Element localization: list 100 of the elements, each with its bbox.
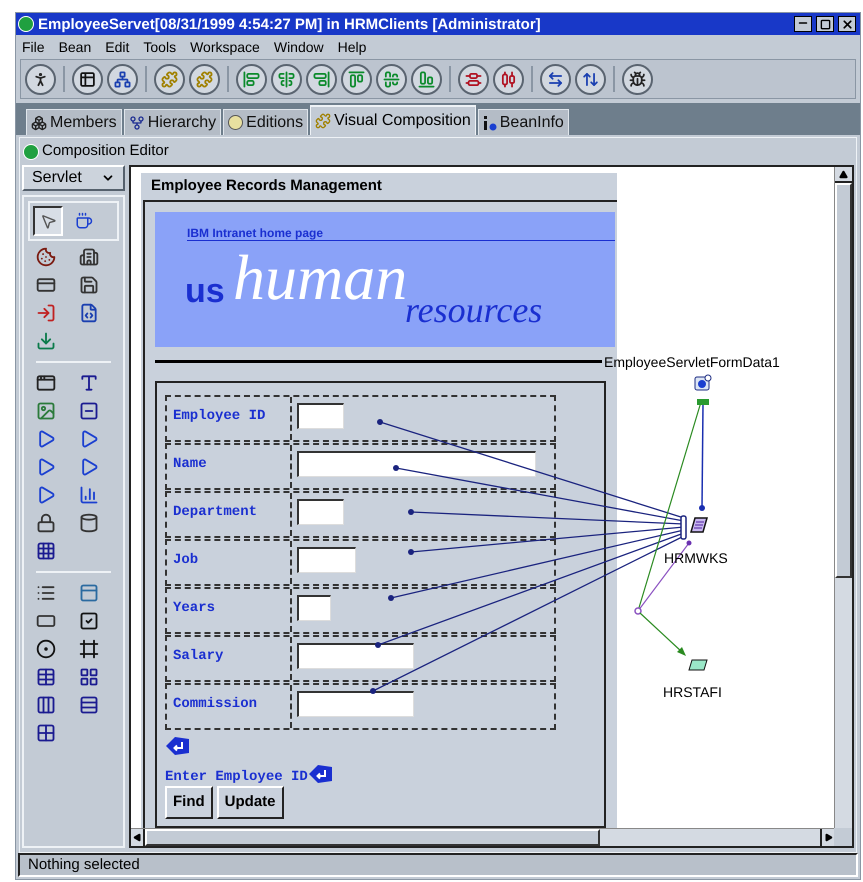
text-field[interactable] [297, 643, 414, 669]
align-right-icon [313, 70, 330, 88]
minimize-button[interactable] [794, 16, 812, 32]
chart-icon[interactable] [78, 485, 98, 505]
prompt-text: Enter Employee ID [165, 770, 308, 784]
bug-icon [629, 70, 646, 88]
pointer-icon [40, 212, 56, 230]
toolbar-button[interactable] [72, 64, 103, 94]
toolbar-button[interactable] [540, 64, 571, 94]
menu-item[interactable]: Edit [105, 36, 130, 58]
rows-icon[interactable] [78, 695, 98, 715]
cup-icon [75, 212, 93, 230]
bean-label: EmployeeServletFormData1 [604, 353, 780, 372]
checkbox-icon[interactable] [78, 611, 98, 631]
form-button[interactable]: Find [165, 786, 213, 819]
field-label: Employee ID [173, 408, 266, 424]
puzzle-icon [196, 70, 213, 88]
tree-icon [114, 70, 131, 88]
text-field[interactable] [297, 691, 414, 717]
grid-icon[interactable] [36, 723, 56, 743]
field-label: Years [173, 600, 216, 616]
editor-title: Composition Editor [42, 141, 169, 162]
radio-icon[interactable] [36, 639, 56, 659]
align-center-icon [278, 70, 295, 88]
window-icon[interactable] [36, 373, 56, 393]
bean-icon[interactable] [694, 374, 712, 392]
tab[interactable]: Members [26, 109, 122, 135]
minus-box-icon[interactable] [78, 401, 98, 421]
cookie-icon[interactable] [36, 247, 56, 267]
table-icon [79, 70, 96, 88]
grid-icon[interactable] [36, 541, 56, 561]
banner-headline: human [233, 246, 408, 310]
vertical-scrollbar[interactable] [834, 167, 852, 828]
field-label: Department [173, 504, 258, 520]
scroll-thumb[interactable] [145, 829, 600, 846]
field-label: Job [173, 552, 198, 568]
form-title: Employee Records Management [151, 176, 382, 196]
tab[interactable]: Hierarchy [124, 109, 222, 135]
menu-item[interactable]: Bean [58, 36, 92, 58]
align-middle-icon [383, 70, 400, 88]
maximize-icon [820, 18, 830, 30]
match-width-icon [547, 70, 564, 88]
info-icon [482, 114, 497, 130]
hierarchy-icon [128, 114, 145, 130]
panel-icon[interactable] [78, 583, 98, 603]
text-field[interactable] [297, 499, 344, 525]
distribute-horizontal-icon [500, 70, 517, 88]
menu-item[interactable]: File [22, 36, 45, 58]
tab[interactable]: Editions [223, 109, 308, 135]
banner-subline: resources [405, 292, 542, 328]
pointer-tool[interactable] [33, 206, 63, 236]
text-field[interactable] [297, 403, 344, 429]
puzzle-icon [161, 70, 178, 88]
text-icon[interactable] [78, 373, 98, 393]
status-text: Nothing selected [28, 854, 140, 875]
app-logo-icon [18, 16, 34, 32]
menu-item[interactable]: Help [338, 36, 366, 58]
bean-class-icon [23, 144, 39, 160]
align-bottom-icon [418, 70, 435, 88]
distribute-vertical-icon [465, 70, 482, 88]
banner-link[interactable]: IBM Intranet home page [187, 224, 324, 242]
menu-item[interactable]: Workspace [190, 36, 260, 58]
menu-item[interactable]: Window [274, 36, 324, 58]
connection-port [697, 399, 709, 405]
connection-port [680, 515, 687, 540]
toolbar-button[interactable] [107, 64, 138, 94]
toolbar-button[interactable] [25, 64, 56, 94]
tab[interactable]: BeanInfo [478, 109, 569, 135]
field-label: Salary [173, 648, 224, 664]
window-title: EmployeeServet[08/31/1999 4:54:27 PM] in HRMClients [Administrator] [38, 16, 541, 32]
lock-icon[interactable] [36, 513, 56, 533]
toolbar-button[interactable] [575, 64, 606, 94]
cylinder-icon[interactable] [78, 513, 98, 533]
table-icon[interactable] [36, 667, 56, 687]
frame-icon[interactable] [78, 639, 98, 659]
import-icon[interactable] [36, 303, 56, 323]
field-label: Name [173, 456, 207, 472]
building-icon[interactable] [78, 247, 98, 267]
category-dropdown[interactable]: Servlet [22, 165, 125, 191]
text-field[interactable] [297, 547, 356, 573]
menu-item[interactable]: Tools [143, 36, 176, 58]
download-icon[interactable] [36, 331, 56, 351]
banner-prefix: us [185, 274, 225, 308]
edition-icon [228, 115, 244, 130]
tab[interactable]: Visual Composition [310, 105, 476, 135]
maximize-button[interactable] [816, 16, 834, 32]
form-button[interactable]: Update [216, 786, 284, 819]
columns-icon[interactable] [36, 695, 56, 715]
code-file-icon[interactable] [78, 303, 98, 323]
close-button[interactable] [838, 16, 856, 32]
horizontal-scrollbar[interactable] [131, 828, 834, 846]
return-arrow-icon [308, 764, 334, 784]
match-height-icon [582, 70, 599, 88]
image-icon[interactable] [36, 401, 56, 421]
scroll-thumb[interactable] [835, 183, 852, 578]
record-icon[interactable] [690, 517, 708, 533]
layout-grid-icon[interactable] [78, 667, 98, 687]
text-field[interactable] [297, 595, 331, 621]
toolbar-button[interactable] [622, 64, 653, 94]
text-field[interactable] [297, 451, 536, 477]
